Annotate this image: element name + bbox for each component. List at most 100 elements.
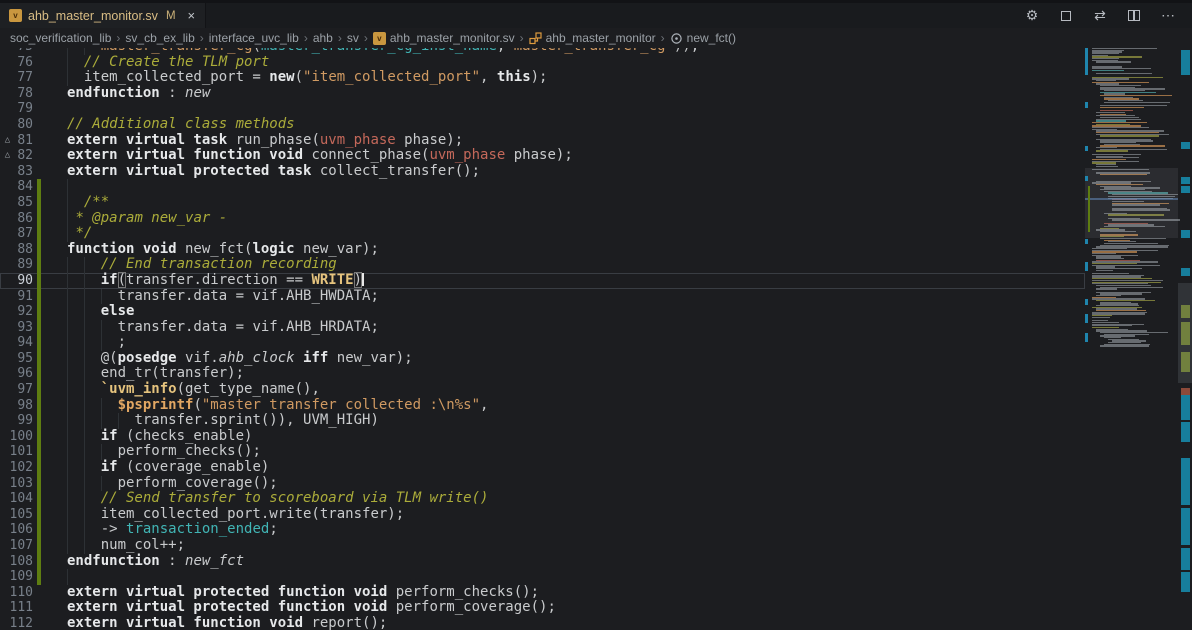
code-line[interactable]: 84: [0, 179, 1085, 195]
line-number[interactable]: 107: [0, 538, 33, 554]
line-number[interactable]: 104: [0, 491, 33, 507]
code-line[interactable]: 111extern virtual protected function voi…: [0, 600, 1085, 616]
breadcrumb-item-sv[interactable]: sv: [347, 31, 359, 45]
gear-icon[interactable]: ⚙: [1024, 8, 1040, 24]
line-number[interactable]: 94: [0, 335, 33, 351]
code-line[interactable]: 87 */: [0, 226, 1085, 242]
code-line[interactable]: 107 num_col++;: [0, 538, 1085, 554]
code-line[interactable]: 99 transfer.sprint()), UVM_HIGH): [0, 413, 1085, 429]
code-line[interactable]: 104 // Send transfer to scoreboard via T…: [0, 491, 1085, 507]
diff-added-bar: [37, 444, 41, 460]
code-line[interactable]: 77 item_collected_port = new("item_colle…: [0, 70, 1085, 86]
code-line[interactable]: 109: [0, 569, 1085, 585]
line-number[interactable]: 101: [0, 444, 33, 460]
line-number[interactable]: 79: [0, 101, 33, 117]
line-number[interactable]: 85: [0, 195, 33, 211]
line-number[interactable]: 103: [0, 476, 33, 492]
code-line[interactable]: 81△extern virtual task run_phase(uvm_pha…: [0, 133, 1085, 149]
line-number[interactable]: 102: [0, 460, 33, 476]
line-number[interactable]: 93: [0, 320, 33, 336]
line-number[interactable]: 78: [0, 86, 33, 102]
code-line[interactable]: 98 $psprintf("master transfer collected …: [0, 398, 1085, 414]
line-number[interactable]: 98: [0, 398, 33, 414]
code-line[interactable]: 102 if (coverage_enable): [0, 460, 1085, 476]
line-number[interactable]: 106: [0, 522, 33, 538]
code-line[interactable]: 108endfunction : new_fct: [0, 554, 1085, 570]
line-number[interactable]: 88: [0, 242, 33, 258]
code-line[interactable]: 94 ;: [0, 335, 1085, 351]
line-number[interactable]: 77: [0, 70, 33, 86]
line-number[interactable]: 110: [0, 585, 33, 601]
breadcrumb-item-ahb-master-monitor[interactable]: ahb_master_monitor: [529, 31, 656, 45]
code-line[interactable]: 85 /**: [0, 195, 1085, 211]
code-line[interactable]: 95 @(posedge vif.ahb_clock iff new_var);: [0, 351, 1085, 367]
token: transfer.direction ==: [126, 272, 311, 288]
diff-added-bar: [37, 569, 41, 585]
code-line[interactable]: 100 if (checks_enable): [0, 429, 1085, 445]
code-line[interactable]: 91 transfer.data = vif.AHB_HWDATA;: [0, 289, 1085, 305]
line-number[interactable]: 86: [0, 211, 33, 227]
code-line[interactable]: 79: [0, 101, 1085, 117]
code-line[interactable]: 80// Additional class methods: [0, 117, 1085, 133]
code-line[interactable]: 103 perform_coverage();: [0, 476, 1085, 492]
breadcrumb-item-sv-cb-ex-lib[interactable]: sv_cb_ex_lib: [125, 31, 194, 45]
line-number[interactable]: 109: [0, 569, 33, 585]
line-number[interactable]: 99: [0, 413, 33, 429]
line-number[interactable]: 84: [0, 179, 33, 195]
code-line[interactable]: 96 end_tr(transfer);: [0, 366, 1085, 382]
code-line[interactable]: 82△extern virtual function void connect_…: [0, 148, 1085, 164]
line-number[interactable]: 111: [0, 600, 33, 616]
breadcrumb-separator: ›: [200, 31, 204, 45]
layout-icon[interactable]: [1058, 8, 1074, 24]
code-line[interactable]: 78endfunction : new: [0, 86, 1085, 102]
gutter-triangle-icon[interactable]: △: [1, 148, 14, 164]
line-number[interactable]: 96: [0, 366, 33, 382]
code-line[interactable]: 101 perform_checks();: [0, 444, 1085, 460]
code-line[interactable]: 89 // End transaction recording: [0, 257, 1085, 273]
line-number[interactable]: 91: [0, 289, 33, 305]
line-number[interactable]: 100: [0, 429, 33, 445]
gutter-triangle-icon[interactable]: △: [1, 133, 14, 149]
line-number[interactable]: 87: [0, 226, 33, 242]
breadcrumb-item-new-fct-[interactable]: new_fct(): [670, 31, 736, 45]
line-number[interactable]: 97: [0, 382, 33, 398]
code-line[interactable]: 106 -> transaction_ended;: [0, 522, 1085, 538]
code-line[interactable]: 88function void new_fct(logic new_var);: [0, 242, 1085, 258]
code-line[interactable]: 92 else: [0, 304, 1085, 320]
code-line[interactable]: 97 `uvm_info(get_type_name(),: [0, 382, 1085, 398]
token: "master transfer collected :\n%s": [202, 397, 480, 413]
line-number[interactable]: 83: [0, 164, 33, 180]
code-line[interactable]: 105 item_collected_port.write(transfer);: [0, 507, 1085, 523]
tab-ahb-master-monitor[interactable]: v ahb_master_monitor.sv M ×: [0, 3, 206, 28]
line-number[interactable]: 76: [0, 55, 33, 71]
breadcrumb-item-soc-verification-lib[interactable]: soc_verification_lib: [10, 31, 111, 45]
line-number[interactable]: 80: [0, 117, 33, 133]
open-changes-icon[interactable]: ⇄: [1092, 8, 1108, 24]
breadcrumb-item-ahb-master-monitor-sv[interactable]: vahb_master_monitor.sv: [373, 31, 515, 45]
split-editor-icon[interactable]: [1126, 8, 1142, 24]
code-line[interactable]: 76 // Create the TLM port: [0, 55, 1085, 71]
more-actions-icon[interactable]: ⋯: [1160, 8, 1176, 24]
code-line[interactable]: 112extern virtual function void report()…: [0, 616, 1085, 630]
breadcrumb-item-interface-uvc-lib[interactable]: interface_uvc_lib: [209, 31, 299, 45]
minimap-viewport[interactable]: [1085, 168, 1178, 238]
line-number[interactable]: 105: [0, 507, 33, 523]
line-number[interactable]: 95: [0, 351, 33, 367]
close-icon[interactable]: ×: [188, 9, 196, 22]
line-number[interactable]: 90: [0, 273, 33, 289]
minimap[interactable]: [1085, 48, 1178, 630]
overview-ruler[interactable]: [1178, 48, 1192, 630]
line-number[interactable]: 108: [0, 554, 33, 570]
breadcrumb-item-ahb[interactable]: ahb: [313, 31, 333, 45]
code-line[interactable]: 110extern virtual protected function voi…: [0, 585, 1085, 601]
line-number[interactable]: 112: [0, 616, 33, 630]
line-number[interactable]: 89: [0, 257, 33, 273]
code-line[interactable]: 83extern virtual protected task collect_…: [0, 164, 1085, 180]
line-number[interactable]: 92: [0, 304, 33, 320]
code-line[interactable]: 90 if(transfer.direction == WRITE): [0, 273, 1085, 289]
code-line[interactable]: 93 transfer.data = vif.AHB_HRDATA;: [0, 320, 1085, 336]
code-pane[interactable]: 75 master_transfer_cg(master_transfer_cg…: [0, 48, 1085, 630]
code-line[interactable]: 86 * @param new_var -: [0, 211, 1085, 227]
scrollbar-thumb[interactable]: [1178, 283, 1192, 383]
line-number[interactable]: 75: [0, 48, 33, 55]
